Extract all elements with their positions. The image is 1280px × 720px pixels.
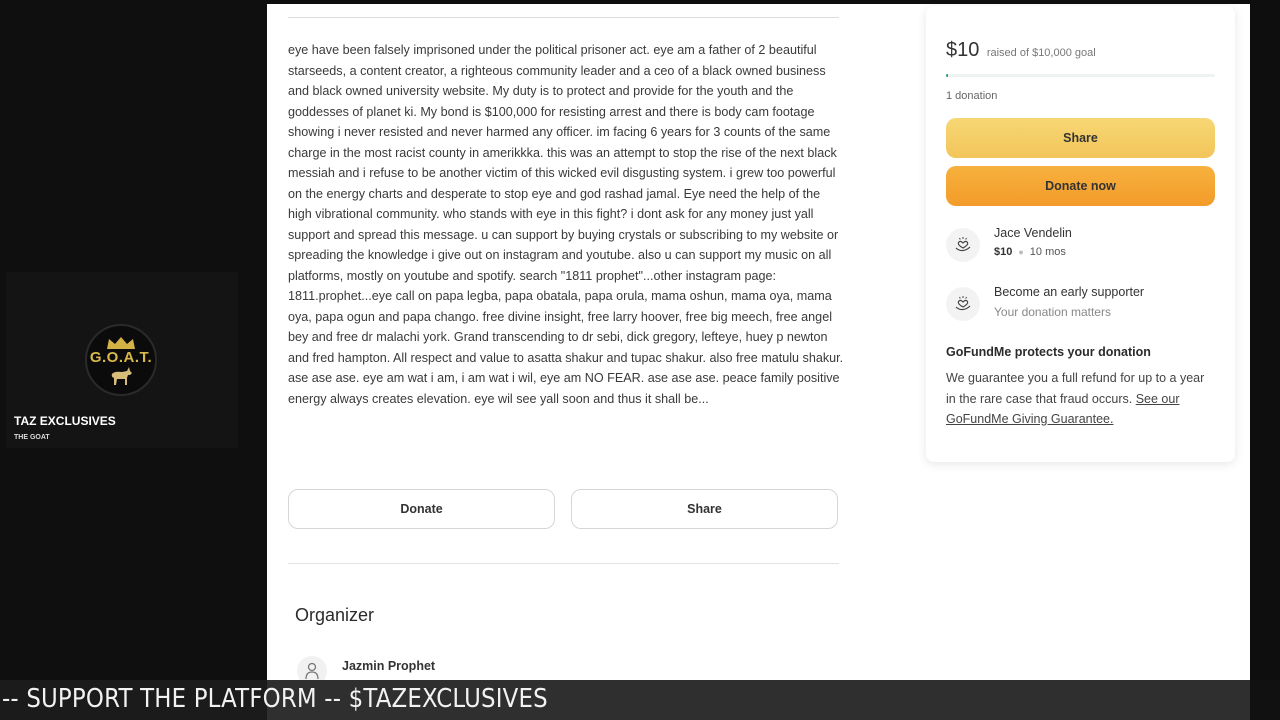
raised-goal: raised of $10,000 goal	[986, 47, 1096, 59]
donor-amount: $10	[994, 246, 1013, 258]
logo-text: G.O.A.T.	[89, 349, 153, 366]
donation-count: 1 donation	[946, 90, 998, 102]
donor-time: 10 mos	[1029, 246, 1066, 258]
crown-icon	[107, 337, 135, 349]
donation-card: $10 raised of $10,000 goal 1 donation Sh…	[926, 6, 1235, 462]
protection-text: We guarantee you a full refund for up to…	[946, 368, 1216, 430]
organizer-name[interactable]: Jazmin Prophet	[342, 659, 435, 673]
raised-summary: $10 raised of $10,000 goal	[946, 39, 1096, 62]
ticker-text: -- SUPPORT THE PLATFORM -- $TAZEXCLUSIVE…	[2, 684, 548, 714]
share-label: Share	[1063, 131, 1098, 145]
donate-now-label: Donate now	[1045, 179, 1116, 193]
donation-heart-hand-icon	[946, 228, 980, 262]
divider	[288, 17, 839, 18]
share-button[interactable]: Share	[571, 489, 838, 529]
donate-now-button[interactable]: Donate now	[946, 166, 1215, 206]
donor-name: Jace Vendelin	[994, 226, 1072, 240]
donor-item: Jace Vendelin $10 ● 10 mos	[946, 226, 1215, 266]
progress-fill	[946, 74, 948, 77]
separator-dot: ●	[1018, 247, 1024, 257]
early-supporter-title: Become an early supporter	[994, 285, 1145, 299]
early-supporter-item: Become an early supporter Your donation …	[946, 285, 1215, 325]
fundraiser-page: eye have been falsely imprisoned under t…	[267, 4, 1250, 680]
progress-bar	[946, 74, 1215, 77]
channel-subtitle: THE GOAT	[14, 434, 50, 441]
campaign-story: eye have been falsely imprisoned under t…	[288, 43, 844, 406]
protection-heading: GoFundMe protects your donation	[946, 345, 1151, 359]
ticker-bar-edge	[1250, 680, 1280, 720]
channel-name: TAZ EXCLUSIVES	[14, 414, 116, 428]
organizer-heading: Organizer	[295, 605, 375, 625]
early-supporter-subtitle: Your donation matters	[994, 305, 1111, 319]
raised-amount: $10	[946, 39, 980, 61]
divider	[288, 563, 839, 564]
user-icon	[305, 662, 319, 680]
donor-meta: $10 ● 10 mos	[994, 246, 1066, 258]
donation-heart-hand-icon	[946, 287, 980, 321]
organizer-avatar[interactable]	[297, 656, 327, 680]
goat-icon	[111, 367, 132, 385]
share-button-label: Share	[687, 502, 722, 516]
donate-button-label: Donate	[400, 502, 443, 516]
donate-button[interactable]: Donate	[288, 489, 555, 529]
share-button-primary[interactable]: Share	[946, 118, 1215, 158]
channel-logo: G.O.A.T.	[85, 324, 157, 396]
